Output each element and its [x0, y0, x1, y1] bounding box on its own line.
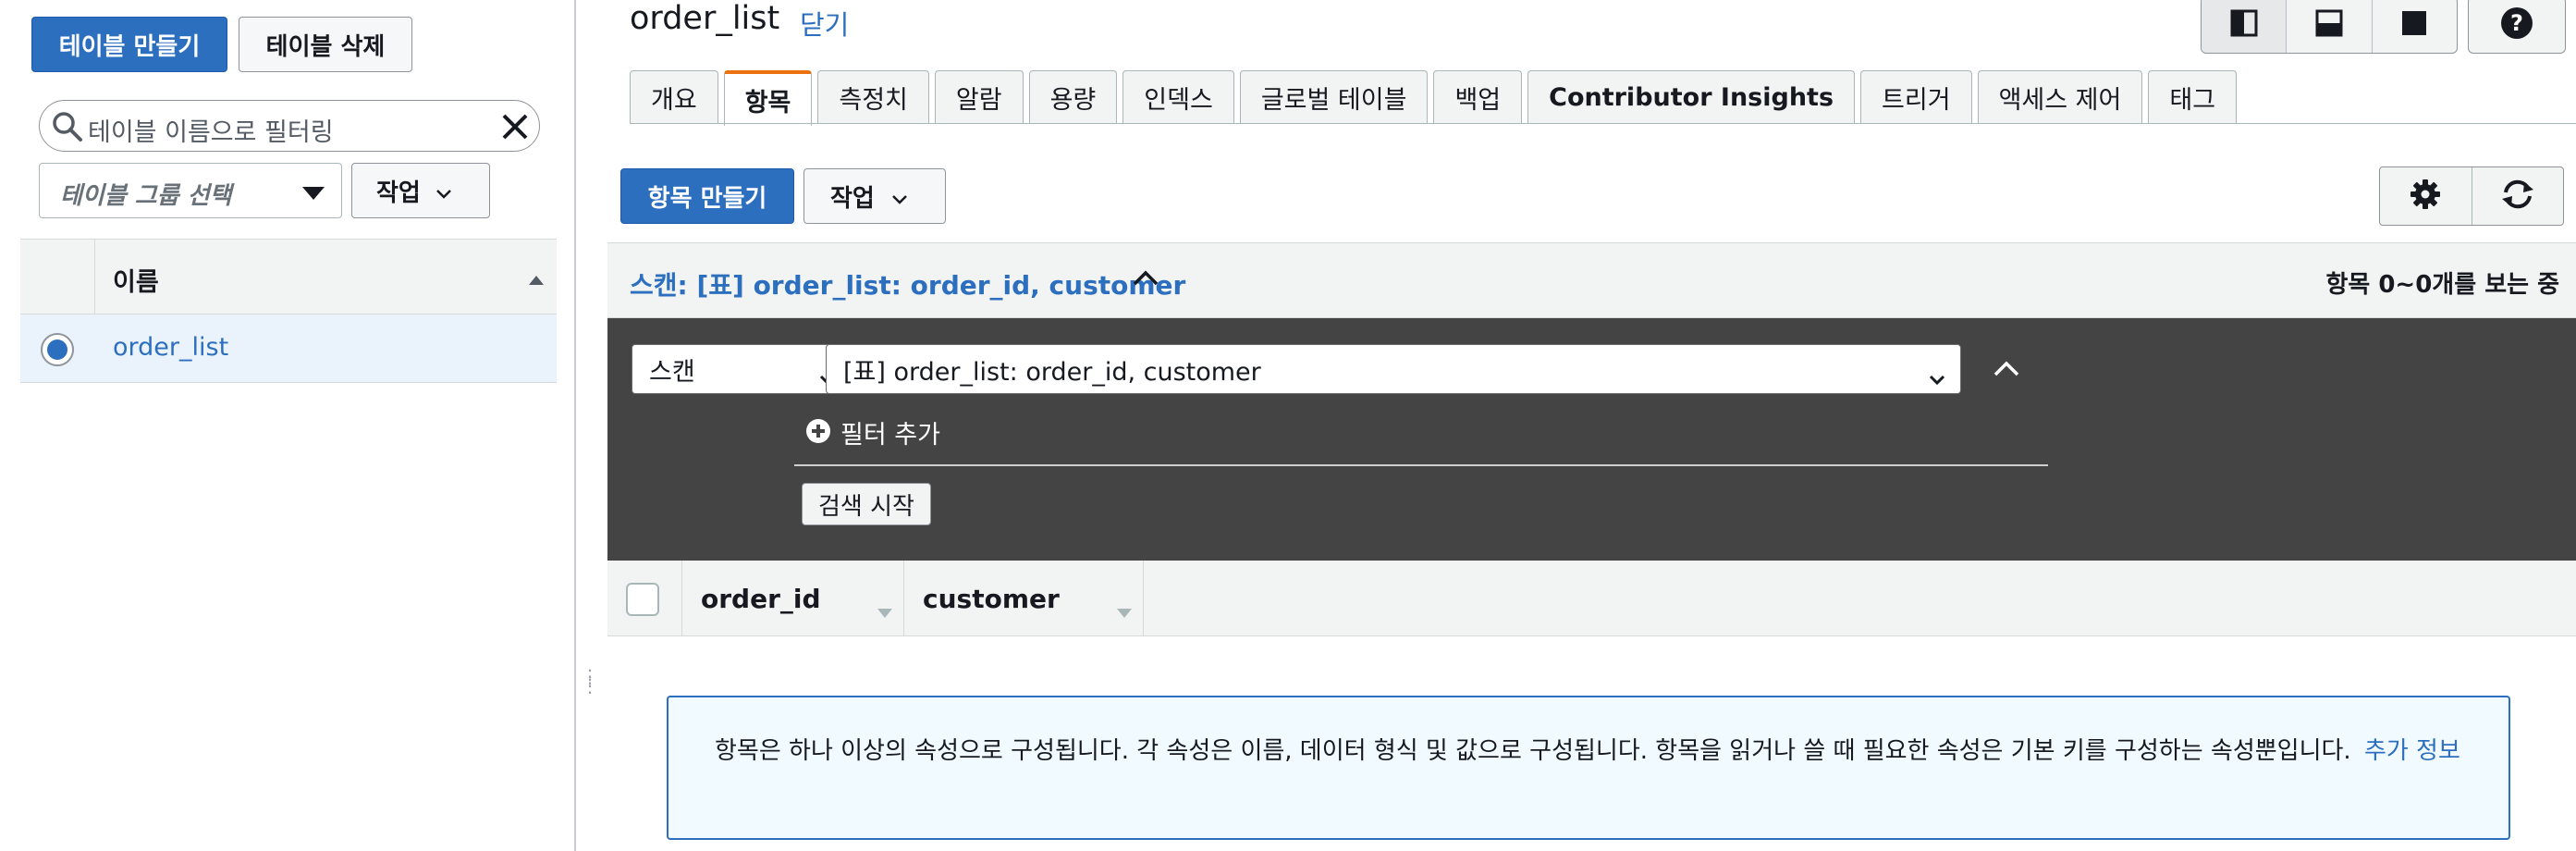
scan-type-select[interactable]: 스캔: [632, 344, 852, 394]
tab-tags[interactable]: 태그: [2148, 70, 2238, 124]
table-group-placeholder: 테이블 그룹 선택: [60, 182, 232, 210]
customer-column-label: customer: [923, 583, 1060, 614]
chevron-down-icon: [1929, 364, 1945, 392]
order-id-column-label: order_id: [701, 583, 821, 614]
tab-contributor-insights[interactable]: Contributor Insights: [1527, 70, 1856, 124]
sidebar-actions-label: 작업: [376, 179, 421, 207]
scan-target-select[interactable]: [표] order_list: order_id, customer: [826, 344, 1961, 394]
clear-icon[interactable]: [500, 112, 530, 145]
collapse-query-button[interactable]: [1993, 359, 2020, 381]
item-actions-label: 작업: [830, 184, 875, 213]
customer-column-header[interactable]: customer: [903, 561, 1144, 636]
tab-triggers[interactable]: 트리거: [1860, 70, 1972, 124]
plus-circle-icon: [805, 418, 831, 450]
table-name-link[interactable]: order_list: [113, 333, 228, 362]
help-icon: ?: [2500, 6, 2533, 43]
table-sidebar: 테이블 만들기 테이블 삭제 테이블 이름으로 필터링 테이블 그룹 선택 작업…: [0, 0, 573, 851]
tab-overview[interactable]: 개요: [630, 70, 718, 124]
table-row-radio[interactable]: [41, 333, 74, 366]
layout-split-vertical-icon: [2230, 9, 2258, 41]
filter-divider: [794, 464, 2048, 466]
table-group-select[interactable]: 테이블 그룹 선택: [39, 163, 342, 218]
detail-tabs: 개요 항목 측정치 알람 용량 인덱스 글로벌 테이블 백업 Contribut…: [630, 70, 2242, 126]
layout-full-icon: [2400, 9, 2428, 41]
add-filter-link[interactable]: 필터 추가: [805, 414, 940, 450]
create-table-button[interactable]: 테이블 만들기: [31, 17, 227, 72]
results-table-header: order_id customer: [607, 561, 2576, 636]
sort-down-icon[interactable]: [877, 594, 892, 624]
sort-up-icon[interactable]: [529, 271, 544, 289]
tab-access-control[interactable]: 액세스 제어: [1977, 70, 2143, 124]
tab-indexes[interactable]: 인덱스: [1122, 70, 1234, 124]
scan-type-value: 스캔: [649, 357, 695, 387]
svg-text:?: ?: [2510, 10, 2523, 36]
sidebar-actions-button[interactable]: 작업: [351, 163, 490, 218]
layout-full-button[interactable]: [2373, 0, 2457, 53]
table-row[interactable]: order_list: [20, 314, 557, 383]
scan-summary-bar[interactable]: 스캔: [표] order_list: order_id, customer 항…: [607, 242, 2576, 318]
create-item-button[interactable]: 항목 만들기: [620, 168, 794, 224]
sort-down-icon[interactable]: [1117, 594, 1132, 624]
help-button[interactable]: ?: [2468, 0, 2566, 54]
tab-metrics[interactable]: 측정치: [817, 70, 929, 124]
delete-table-button[interactable]: 테이블 삭제: [239, 17, 412, 72]
layout-toggle-group: [2201, 0, 2458, 54]
tab-global-tables[interactable]: 글로벌 테이블: [1239, 70, 1429, 124]
scan-target-value: [표] order_list: order_id, customer: [843, 357, 1261, 387]
column-divider: [94, 240, 95, 315]
chevron-down-icon: [891, 184, 908, 212]
layout-split-vertical-button[interactable]: [2202, 0, 2288, 53]
settings-button[interactable]: [2380, 167, 2472, 225]
start-search-button[interactable]: 검색 시작: [802, 483, 931, 525]
item-count-text: 항목 0~0개를 보는 중: [2325, 271, 2559, 299]
caret-down-icon: [302, 186, 325, 204]
panel-splitter[interactable]: ⋮ ⋮: [574, 0, 599, 851]
tab-backups[interactable]: 백업: [1433, 70, 1523, 124]
table-tools-group: [2379, 166, 2564, 226]
page-title: order_list: [630, 0, 780, 37]
more-info-link[interactable]: 추가 정보: [2364, 737, 2460, 765]
chevron-down-icon: [435, 179, 452, 206]
layout-split-horizontal-icon: [2315, 9, 2343, 41]
search-icon: [51, 110, 84, 147]
item-actions-button[interactable]: 작업: [803, 168, 946, 224]
name-column-header[interactable]: 이름: [113, 262, 159, 298]
add-filter-label: 필터 추가: [840, 421, 940, 450]
layout-split-horizontal-button[interactable]: [2287, 0, 2373, 53]
refresh-button[interactable]: [2472, 167, 2564, 225]
table-list-header: 이름: [20, 239, 557, 315]
table-filter-placeholder: 테이블 이름으로 필터링: [88, 118, 334, 147]
select-all-checkbox[interactable]: [626, 583, 659, 616]
close-link[interactable]: 닫기: [800, 4, 849, 43]
table-detail-panel: order_list 닫기 ? 개요 항목 측정치 알람 용량 인덱스 글로벌 …: [589, 0, 2576, 851]
tab-alarms[interactable]: 알람: [934, 70, 1024, 124]
tabs-underline: [630, 123, 2576, 124]
scan-summary-title[interactable]: 스캔: [표] order_list: order_id, customer: [630, 265, 1185, 302]
info-alert: 항목은 하나 이상의 속성으로 구성됩니다. 각 속성은 이름, 데이터 형식 …: [667, 696, 2510, 840]
info-text-block: 항목은 하나 이상의 속성으로 구성됩니다. 각 속성은 이름, 데이터 형식 …: [715, 734, 2462, 769]
order-id-column-header[interactable]: order_id: [681, 561, 903, 636]
gear-icon: [2410, 179, 2441, 214]
chevron-up-icon: [1993, 361, 2020, 381]
refresh-icon: [2500, 179, 2535, 214]
table-filter-input[interactable]: 테이블 이름으로 필터링: [39, 100, 540, 152]
chevron-up-icon[interactable]: [1133, 269, 1159, 290]
tab-items[interactable]: 항목: [723, 70, 813, 126]
info-message: 항목은 하나 이상의 속성으로 구성됩니다. 각 속성은 이름, 데이터 형식 …: [715, 737, 2351, 765]
tab-capacity[interactable]: 용량: [1028, 70, 1118, 124]
